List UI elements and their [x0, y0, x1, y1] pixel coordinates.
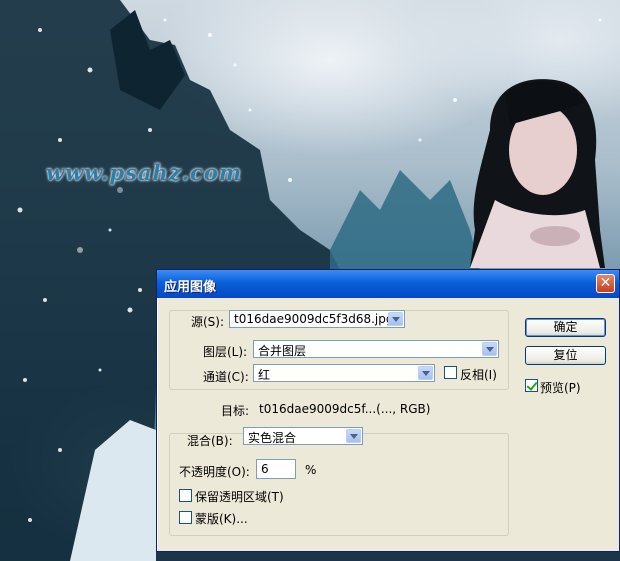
channel-select[interactable]: 红: [253, 364, 435, 382]
chevron-down-icon: [346, 429, 361, 443]
mask-checkbox[interactable]: [179, 511, 192, 524]
target-value: t016dae9009dc5f...(..., RGB): [259, 402, 430, 416]
chevron-down-icon: [388, 312, 403, 326]
close-icon: ✕: [600, 275, 612, 291]
invert-label[interactable]: 反相(I): [460, 366, 497, 383]
source-select[interactable]: t016dae9009dc5f3d68.jpg: [229, 310, 405, 328]
blending-value: 实色混合: [248, 429, 296, 446]
reset-label: 复位: [553, 348, 577, 362]
apply-image-dialog: 应用图像 ✕ 源(S): t016dae9009dc5f3d68.jpg 图层(…: [156, 269, 620, 552]
reset-button[interactable]: 复位: [525, 346, 606, 365]
opacity-label: 不透明度(O):: [179, 463, 250, 480]
layer-select[interactable]: 合并图层: [253, 340, 499, 358]
opacity-value: 6: [261, 462, 269, 476]
dialog-title: 应用图像: [164, 276, 216, 295]
blending-label: 混合(B):: [187, 432, 233, 449]
chevron-down-icon: [482, 342, 497, 356]
preserve-transparency-checkbox[interactable]: [179, 489, 192, 502]
chevron-down-icon: [418, 366, 433, 380]
opacity-input[interactable]: 6: [256, 459, 296, 479]
channel-label: 通道(C):: [203, 368, 249, 385]
source-label: 源(S):: [191, 313, 224, 330]
opacity-unit: %: [305, 463, 316, 477]
source-value: t016dae9009dc5f3d68.jpg: [234, 312, 393, 326]
ok-button[interactable]: 确定: [525, 318, 606, 337]
ok-label: 确定: [553, 320, 577, 334]
layer-value: 合并图层: [258, 342, 306, 359]
blending-select[interactable]: 实色混合: [243, 427, 363, 445]
watermark-text: www.psahz.com: [46, 160, 242, 185]
invert-checkbox[interactable]: [444, 366, 457, 379]
preview-checkbox[interactable]: [525, 379, 538, 392]
close-button[interactable]: ✕: [596, 274, 615, 293]
target-label: 目标:: [221, 402, 249, 419]
mask-label[interactable]: 蒙版(K)...: [195, 510, 248, 527]
preserve-transparency-label[interactable]: 保留透明区域(T): [195, 488, 284, 505]
preview-label[interactable]: 预览(P): [540, 379, 581, 396]
channel-value: 红: [258, 366, 270, 383]
dialog-titlebar[interactable]: 应用图像 ✕: [157, 270, 619, 298]
layer-label: 图层(L):: [203, 343, 247, 360]
